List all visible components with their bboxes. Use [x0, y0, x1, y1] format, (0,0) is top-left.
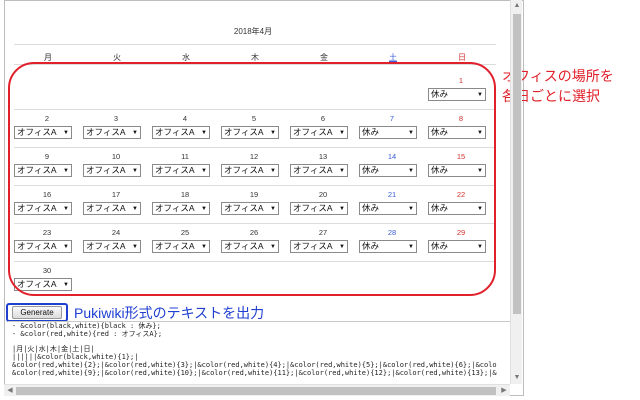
- calendar-title: 2018年4月: [233, 27, 273, 36]
- calendar-highlight-outline: [8, 62, 496, 296]
- generate-annotation: Pukiwiki形式のテキストを出力: [74, 305, 265, 321]
- horizontal-scroll-thumb[interactable]: [16, 387, 496, 395]
- annotation-line-1: オフィスの場所を: [502, 68, 614, 84]
- output-textarea[interactable]: - &color(black,white){black : 休み}; - &col…: [8, 321, 510, 384]
- output-line: - &color(red,white){red : オフィスA};: [12, 329, 163, 338]
- vertical-scrollbar[interactable]: ▲ ▼: [510, 0, 522, 384]
- scroll-down-icon[interactable]: ▼: [511, 372, 523, 384]
- generate-button[interactable]: Generate: [12, 306, 62, 319]
- output-line: &color(red,white){9};|&color(red,white){…: [12, 368, 497, 377]
- header-divider: [14, 44, 496, 45]
- scroll-left-icon[interactable]: ◀: [4, 385, 16, 397]
- calendar-annotation: オフィスの場所を 各日ごとに選択: [502, 66, 638, 106]
- horizontal-scrollbar[interactable]: ◀ ▶: [4, 384, 510, 396]
- annotation-line-2: 各日ごとに選択: [502, 88, 600, 104]
- vertical-scroll-thumb[interactable]: [513, 14, 521, 314]
- scroll-up-icon[interactable]: ▲: [511, 0, 523, 12]
- scroll-right-icon[interactable]: ▶: [498, 385, 510, 397]
